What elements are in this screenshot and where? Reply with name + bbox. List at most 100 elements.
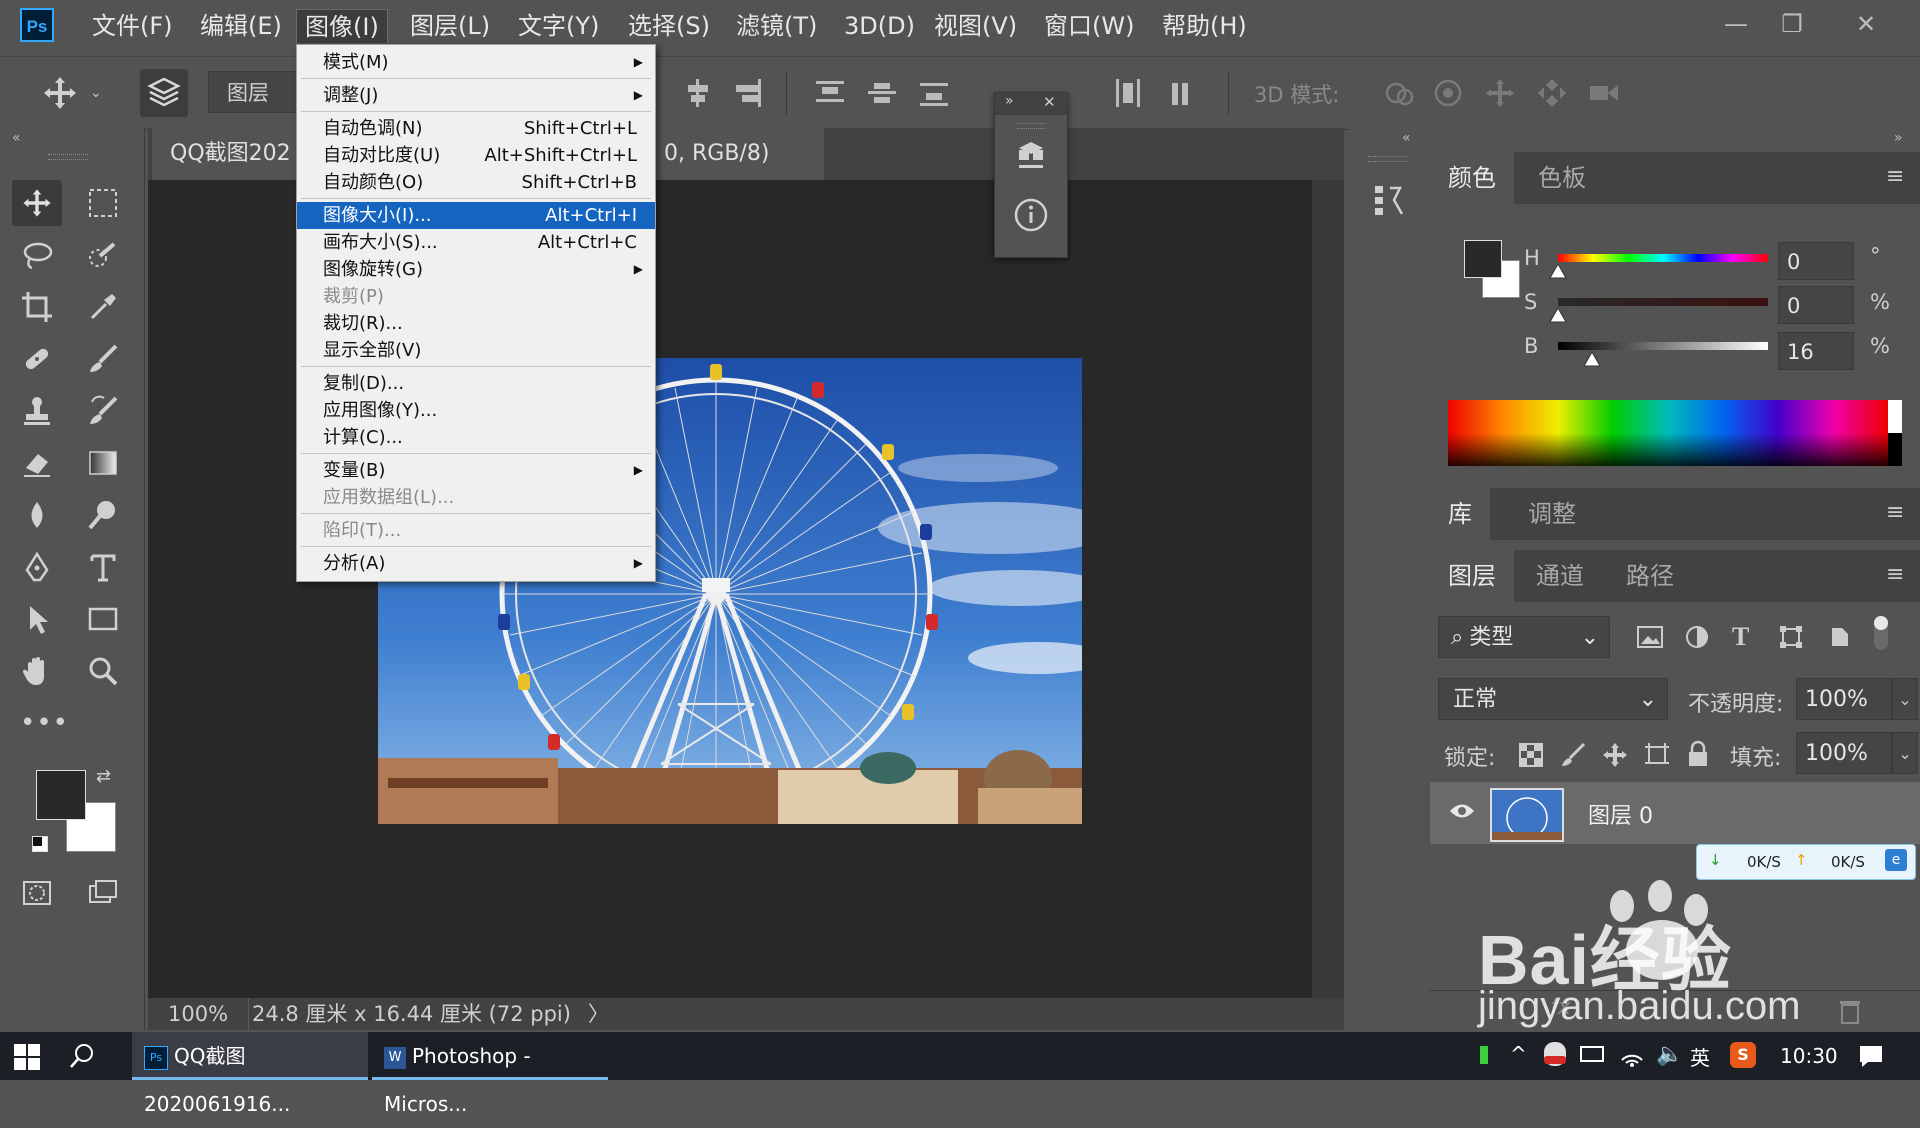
menu-image[interactable]: 图像(I)	[296, 9, 388, 43]
windows-start-icon[interactable]	[14, 1044, 40, 1070]
filter-toggle[interactable]	[1874, 616, 1888, 650]
restore-icon[interactable]: ❐	[1770, 6, 1814, 42]
menu-file[interactable]: 文件(F)	[84, 9, 181, 43]
image-menu-item[interactable]: 画布大小(S)... Alt+Ctrl+C	[297, 229, 655, 256]
edit-toolbar-icon[interactable]: •••	[20, 708, 69, 738]
wifi-icon[interactable]	[1618, 1040, 1646, 1068]
history-panel-icon[interactable]	[1372, 180, 1408, 220]
menu-type[interactable]: 文字(Y)	[510, 9, 607, 43]
grip-handle[interactable]	[48, 154, 88, 160]
gradient-tool-icon[interactable]	[78, 440, 128, 486]
image-menu-item[interactable]: 分析(A) ▶	[297, 550, 655, 577]
lock-artboard-icon[interactable]	[1644, 742, 1670, 768]
info-menu-arrow-icon[interactable]: 〉	[588, 998, 609, 1030]
image-menu-item[interactable]: 模式(M) ▶	[297, 49, 655, 76]
blur-tool-icon[interactable]	[12, 492, 62, 538]
path-selection-tool-icon[interactable]	[12, 596, 62, 642]
move-tool-preset-icon[interactable]	[40, 73, 80, 113]
spectrum-white-swatch[interactable]	[1888, 400, 1902, 433]
saturation-slider[interactable]	[1558, 298, 1768, 306]
align-vertical-centers-icon[interactable]	[678, 73, 718, 113]
auto-select-layers-icon[interactable]	[140, 69, 188, 117]
saturation-slider-thumb[interactable]	[1548, 306, 1568, 324]
3d-panel-icon[interactable]	[1015, 139, 1047, 173]
taskbar-app-screenshot[interactable]: Ps QQ截图2020061916...	[132, 1032, 368, 1116]
3d-slide-icon[interactable]	[1532, 73, 1572, 113]
align-bottom-edges-icon[interactable]	[728, 73, 768, 113]
3d-orbit-icon[interactable]	[1378, 73, 1418, 113]
type-tool-icon[interactable]	[78, 544, 128, 590]
layer-row[interactable]: 图层 0	[1430, 782, 1920, 844]
foreground-color-swatch[interactable]	[36, 770, 86, 820]
close-window-icon[interactable]: ✕	[1844, 6, 1888, 42]
tab-libraries[interactable]: 库	[1430, 488, 1490, 540]
browser-icon[interactable]: e	[1885, 849, 1907, 871]
quick-selection-tool-icon[interactable]	[78, 232, 128, 278]
tab-paths[interactable]: 路径	[1608, 550, 1692, 602]
brightness-input[interactable]: 16	[1778, 332, 1854, 370]
brightness-slider-thumb[interactable]	[1582, 350, 1602, 368]
grip-handle[interactable]	[1017, 123, 1045, 129]
filter-smart-objects-icon[interactable]	[1826, 624, 1852, 650]
screen-mode-icon[interactable]	[78, 870, 128, 916]
menu-help[interactable]: 帮助(H)	[1154, 9, 1255, 43]
collapse-panel-icon[interactable]: «	[12, 130, 21, 146]
grip-handle[interactable]	[1368, 156, 1408, 162]
distribute-bottom-icon[interactable]	[914, 73, 954, 113]
layer-thumbnail[interactable]	[1490, 788, 1564, 842]
image-menu-item[interactable]: 调整(J) ▶	[297, 82, 655, 109]
chevron-down-icon[interactable]: ⌄	[90, 85, 102, 101]
battery-icon[interactable]	[1580, 1046, 1604, 1062]
spectrum-black-swatch[interactable]	[1888, 433, 1902, 466]
filter-adjustment-layers-icon[interactable]	[1684, 624, 1710, 650]
image-menu-item[interactable]: 自动颜色(O) Shift+Ctrl+B	[297, 169, 655, 196]
crop-tool-icon[interactable]	[12, 284, 62, 330]
default-colors-icon[interactable]	[32, 836, 48, 852]
collapse-strip-icon[interactable]: «	[1402, 130, 1411, 146]
volume-icon[interactable]: 🔈	[1656, 1042, 1683, 1067]
color-panel-foreground-swatch[interactable]	[1464, 240, 1502, 278]
show-hidden-icons-icon[interactable]: ^	[1510, 1042, 1527, 1066]
saturation-input[interactable]: 0	[1778, 286, 1854, 324]
panel-menu-icon[interactable]: ≡	[1886, 500, 1904, 525]
swap-colors-icon[interactable]: ⇄	[96, 766, 111, 787]
menu-filter[interactable]: 滤镜(T)	[728, 9, 825, 43]
panel-menu-icon[interactable]: ≡	[1886, 562, 1904, 587]
image-menu-item[interactable]: 图像大小(I)... Alt+Ctrl+I	[297, 202, 655, 229]
image-menu-item[interactable]: 计算(C)...	[297, 424, 655, 451]
3d-scale-icon[interactable]	[1584, 73, 1624, 113]
layer-filter-dropdown[interactable]: ⌕ 类型 ⌄	[1438, 616, 1610, 658]
tab-layers[interactable]: 图层	[1430, 550, 1514, 602]
opacity-dropdown-arrow-icon[interactable]: ⌄	[1892, 678, 1918, 720]
eyedropper-tool-icon[interactable]	[78, 284, 128, 330]
tab-color[interactable]: 颜色	[1430, 152, 1514, 204]
filter-shape-layers-icon[interactable]	[1778, 624, 1804, 650]
lock-transparent-pixels-icon[interactable]	[1518, 742, 1544, 768]
blend-mode-dropdown[interactable]: 正常 ⌄	[1438, 678, 1668, 720]
brush-tool-icon[interactable]	[78, 336, 128, 382]
fx-icon[interactable]: fx	[1550, 995, 1571, 1020]
info-panel-icon[interactable]	[1013, 197, 1049, 233]
hue-slider[interactable]	[1558, 254, 1768, 262]
history-brush-tool-icon[interactable]	[78, 388, 128, 434]
image-menu-item[interactable]: 裁切(R)...	[297, 310, 655, 337]
image-menu-item[interactable]: 显示全部(V)	[297, 337, 655, 364]
brightness-slider[interactable]	[1558, 342, 1768, 350]
collapse-dock-icon[interactable]: »	[1894, 130, 1903, 146]
filter-pixel-layers-icon[interactable]	[1636, 624, 1664, 650]
pen-tool-icon[interactable]	[12, 544, 62, 590]
tab-channels[interactable]: 通道	[1518, 550, 1602, 602]
filter-type-layers-icon[interactable]: T	[1732, 622, 1749, 652]
distribute-right-icon[interactable]	[1160, 73, 1200, 113]
minimize-icon[interactable]: —	[1714, 6, 1758, 42]
clone-stamp-tool-icon[interactable]	[12, 388, 62, 434]
distribute-horizontal-icon[interactable]	[1108, 73, 1148, 113]
eraser-tool-icon[interactable]	[12, 440, 62, 486]
clock[interactable]: 10:30	[1780, 1044, 1838, 1068]
layer-name[interactable]: 图层 0	[1588, 798, 1653, 830]
battery-indicator-icon[interactable]	[1480, 1046, 1488, 1064]
zoom-level[interactable]: 100%	[168, 998, 228, 1030]
marquee-tool-icon[interactable]	[78, 180, 128, 226]
color-spectrum-ramp[interactable]	[1448, 400, 1888, 466]
taskbar-app-word[interactable]: W Photoshop - Micros...	[372, 1032, 608, 1116]
